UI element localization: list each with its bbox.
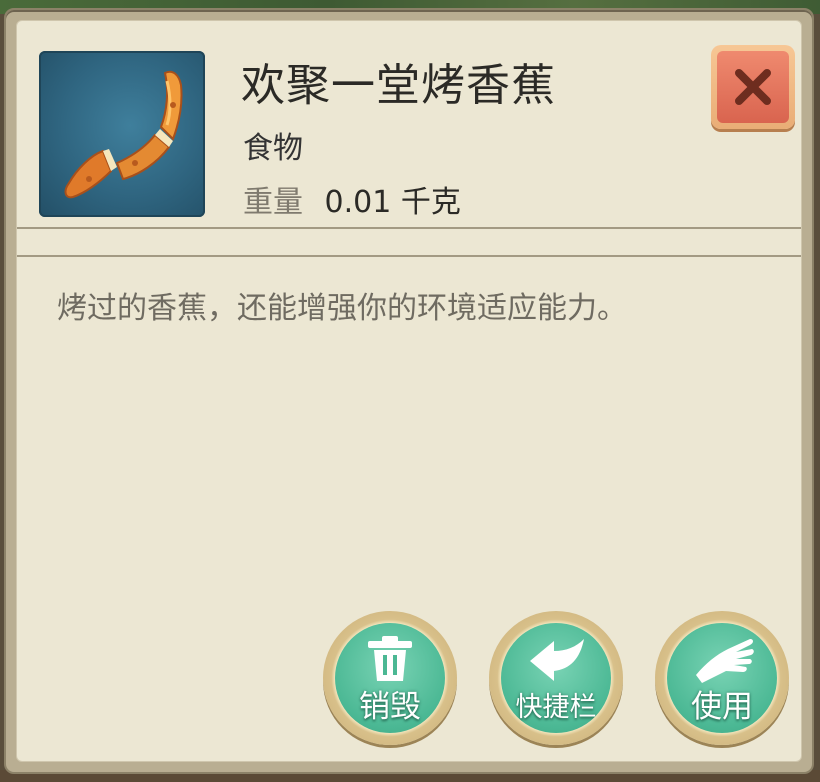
use-button-face[interactable]: 使用	[667, 623, 777, 733]
use-button[interactable]: 使用	[655, 611, 789, 745]
item-name: 欢聚一堂烤香蕉	[241, 60, 556, 111]
close-icon	[735, 69, 771, 105]
quickbar-button[interactable]: 快捷栏	[489, 611, 623, 745]
header-divider	[17, 227, 801, 229]
destroy-button-label: 销毁	[359, 689, 421, 725]
item-category: 食物	[243, 131, 303, 166]
arrow-left-icon	[530, 639, 584, 681]
weight-label: 重量	[243, 185, 303, 220]
destroy-button[interactable]: 销毁	[323, 611, 457, 745]
close-button-face[interactable]	[717, 51, 789, 123]
item-detail-dialog: 欢聚一堂烤香蕉 食物 重量 0.01 千克 烤过的香蕉，还能增强你的环境适应能力…	[4, 8, 814, 774]
roasted-banana-icon	[64, 70, 183, 199]
quickbar-button-label: 快捷栏	[515, 692, 597, 723]
item-icon-frame	[39, 51, 205, 217]
item-description: 烤过的香蕉，还能增强你的环境适应能力。	[57, 291, 627, 326]
trash-icon	[368, 636, 412, 681]
item-detail-body: 欢聚一堂烤香蕉 食物 重量 0.01 千克 烤过的香蕉，还能增强你的环境适应能力…	[16, 20, 802, 762]
close-button[interactable]	[711, 45, 795, 129]
use-button-label: 使用	[691, 689, 753, 725]
header-divider-secondary	[17, 255, 801, 257]
hand-icon	[696, 639, 754, 683]
destroy-button-face[interactable]: 销毁	[335, 623, 445, 733]
quickbar-button-face[interactable]: 快捷栏	[501, 623, 611, 733]
weight-value: 0.01 千克	[324, 185, 461, 220]
item-weight: 重量 0.01 千克	[243, 177, 461, 221]
